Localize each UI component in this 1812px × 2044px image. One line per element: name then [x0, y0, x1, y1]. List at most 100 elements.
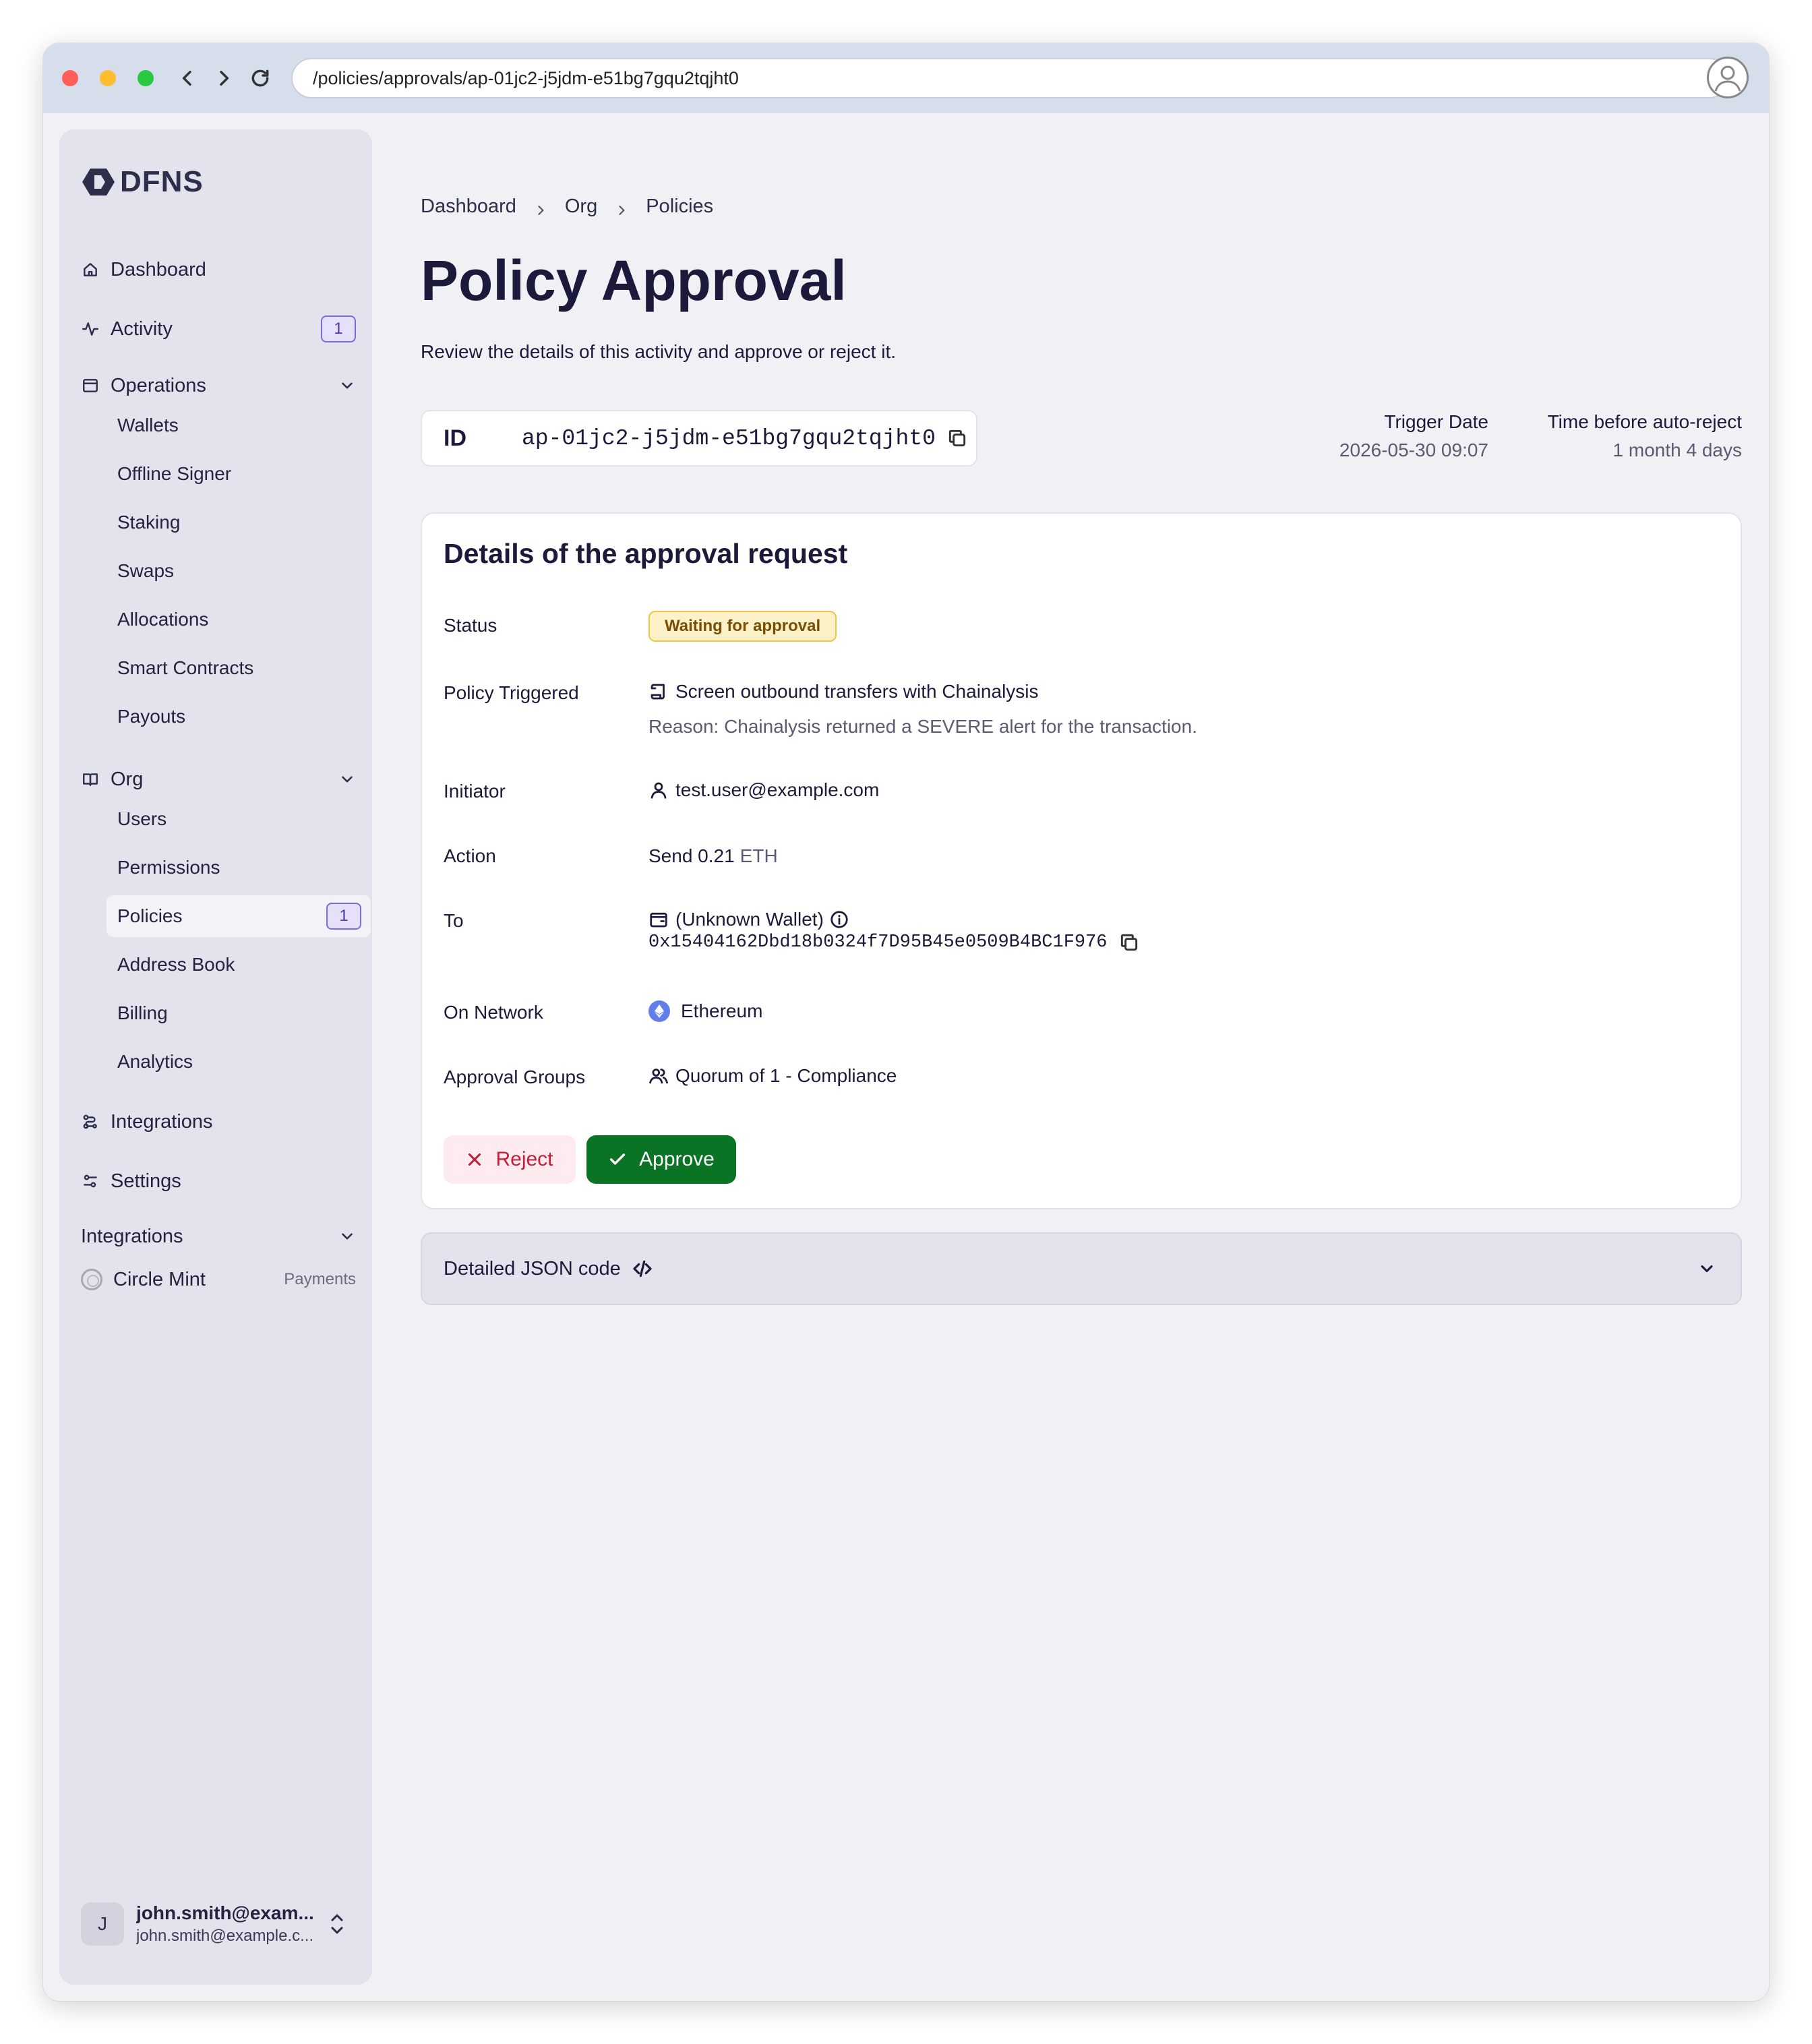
sidebar-item-permissions[interactable]: Permissions: [107, 847, 371, 889]
forward-icon[interactable]: [212, 66, 236, 90]
profile-icon[interactable]: [1707, 57, 1749, 98]
policies-count-badge: 1: [326, 903, 361, 930]
sidebar-item-activity[interactable]: Activity 1: [81, 310, 356, 348]
chevron-down-icon[interactable]: [1697, 1259, 1716, 1278]
info-icon[interactable]: [829, 909, 849, 930]
sidebar-section-org[interactable]: Org: [81, 760, 356, 798]
sidebar-item-settings[interactable]: Settings: [81, 1162, 356, 1200]
operations-icon: [81, 376, 100, 395]
breadcrumb-dashboard[interactable]: Dashboard: [421, 196, 516, 218]
sidebar-item-label: Settings: [111, 1170, 181, 1192]
sidebar-item-users[interactable]: Users: [107, 798, 371, 840]
chevron-right-icon: [534, 200, 547, 215]
approval-groups-value: Quorum of 1 - Compliance: [675, 1065, 897, 1086]
sidebar: DFNS Dashboard Activity 1 Operations Wal…: [59, 129, 372, 1985]
sidebar-item-policies[interactable]: Policies 1: [107, 895, 371, 937]
trigger-date: Trigger Date 2026-05-30 09:07: [1339, 411, 1488, 461]
breadcrumb-org[interactable]: Org: [565, 196, 597, 218]
approve-button[interactable]: Approve: [586, 1135, 736, 1184]
action-label: Action: [444, 845, 496, 866]
sidebar-item-analytics[interactable]: Analytics: [107, 1041, 371, 1083]
chevron-down-icon[interactable]: [338, 377, 356, 394]
back-icon[interactable]: [175, 66, 200, 90]
browser-titlebar: /policies/approvals/ap-01jc2-j5jdm-e51bg…: [43, 43, 1769, 113]
breadcrumb: Dashboard Org Policies: [421, 196, 713, 218]
sidebar-section-operations[interactable]: Operations: [81, 367, 356, 404]
sidebar-item-offline-signer[interactable]: Offline Signer: [107, 453, 371, 495]
brand-logo[interactable]: DFNS: [81, 164, 204, 200]
close-window-button[interactable]: [62, 70, 78, 86]
sidebar-item-label: Allocations: [117, 609, 209, 630]
sidebar-item-smart-contracts[interactable]: Smart Contracts: [107, 647, 371, 689]
avatar: J: [81, 1902, 124, 1946]
breadcrumb-policies[interactable]: Policies: [646, 196, 713, 218]
approval-id-label: ID: [444, 425, 466, 451]
reject-button[interactable]: Reject: [444, 1135, 576, 1184]
to-wallet-name: (Unknown Wallet): [675, 909, 824, 930]
initiator-email: test.user@example.com: [675, 779, 880, 800]
integration-tag: Payments: [284, 1270, 356, 1288]
trigger-date-label: Trigger Date: [1384, 411, 1488, 432]
to-address: 0x15404162Dbd18b0324f7D95B45e0509B4BC1F9…: [648, 932, 1140, 953]
sidebar-item-payouts[interactable]: Payouts: [107, 696, 371, 738]
integrations-icon: [81, 1112, 100, 1131]
users-icon: [648, 1066, 669, 1086]
status-label: Status: [444, 615, 497, 636]
sidebar-item-label: Staking: [117, 512, 181, 533]
minimize-window-button[interactable]: [100, 70, 116, 86]
policy-label: Policy Triggered: [444, 682, 579, 703]
sidebar-item-allocations[interactable]: Allocations: [107, 599, 371, 640]
page-title: Policy Approval: [421, 249, 847, 312]
sidebar-item-integrations[interactable]: Integrations: [81, 1103, 356, 1141]
close-icon: [469, 1153, 481, 1166]
sidebar-item-label: Integrations: [111, 1110, 213, 1133]
sidebar-item-dashboard[interactable]: Dashboard: [81, 251, 356, 289]
sidebar-item-circle-mint[interactable]: Circle Mint Payments: [81, 1261, 356, 1298]
maximize-window-button[interactable]: [138, 70, 154, 86]
policy-reason: Reason: Chainalysis returned a SEVERE al…: [648, 716, 1197, 737]
sidebar-item-label: Address Book: [117, 954, 235, 975]
chevron-down-icon[interactable]: [338, 771, 356, 788]
approval-id-value: ap-01jc2-j5jdm-e51bg7gqu2tqjht0: [522, 425, 936, 451]
sidebar-item-label: Payouts: [117, 706, 186, 727]
action-unit: ETH: [739, 845, 778, 866]
sidebar-item-billing[interactable]: Billing: [107, 992, 371, 1034]
browser-window: /policies/approvals/ap-01jc2-j5jdm-e51bg…: [43, 43, 1769, 2001]
copy-icon[interactable]: [946, 427, 968, 449]
chevron-up-down-icon[interactable]: [328, 1911, 346, 1937]
network: Ethereum: [648, 1000, 762, 1022]
auto-reject-timer: Time before auto-reject 1 month 4 days: [1548, 411, 1742, 461]
activity-icon: [81, 320, 100, 338]
json-code-accordion[interactable]: Detailed JSON code: [421, 1232, 1742, 1305]
sidebar-section-label: Operations: [111, 374, 206, 396]
sidebar-item-staking[interactable]: Staking: [107, 502, 371, 543]
copy-icon[interactable]: [1118, 932, 1140, 953]
user-menu[interactable]: J john.smith@exam... john.smith@example.…: [81, 1897, 356, 1951]
sidebar-item-label: Wallets: [117, 415, 179, 435]
sidebar-section-integrations[interactable]: Integrations: [81, 1218, 356, 1255]
dfns-logo-icon: [82, 169, 115, 196]
sidebar-item-address-book[interactable]: Address Book: [107, 944, 371, 986]
details-title: Details of the approval request: [444, 538, 848, 569]
ethereum-icon: [648, 1000, 670, 1022]
action: Send 0.21 ETH: [648, 845, 778, 867]
user-icon: [648, 780, 669, 800]
initiator: test.user@example.com: [648, 779, 879, 801]
circle-mint-icon: [81, 1269, 102, 1290]
chevron-down-icon[interactable]: [338, 1228, 356, 1245]
network-label: On Network: [444, 1002, 543, 1023]
action-value: Send 0.21: [648, 845, 735, 866]
reload-icon[interactable]: [248, 66, 272, 90]
auto-reject-label: Time before auto-reject: [1547, 411, 1742, 432]
json-code-label: Detailed JSON code: [444, 1257, 621, 1280]
policy-triggered[interactable]: Screen outbound transfers with Chainalys…: [648, 681, 1039, 702]
wallet-icon: [648, 909, 669, 930]
sidebar-item-swaps[interactable]: Swaps: [107, 550, 371, 592]
book-icon: [81, 770, 100, 789]
approval-groups-label: Approval Groups: [444, 1066, 586, 1087]
auto-reject-value: 1 month 4 days: [1612, 440, 1742, 460]
sidebar-item-label: Policies: [117, 905, 183, 926]
address-bar[interactable]: /policies/approvals/ap-01jc2-j5jdm-e51bg…: [291, 58, 1730, 98]
sidebar-item-wallets[interactable]: Wallets: [107, 404, 371, 446]
home-icon: [81, 260, 100, 279]
